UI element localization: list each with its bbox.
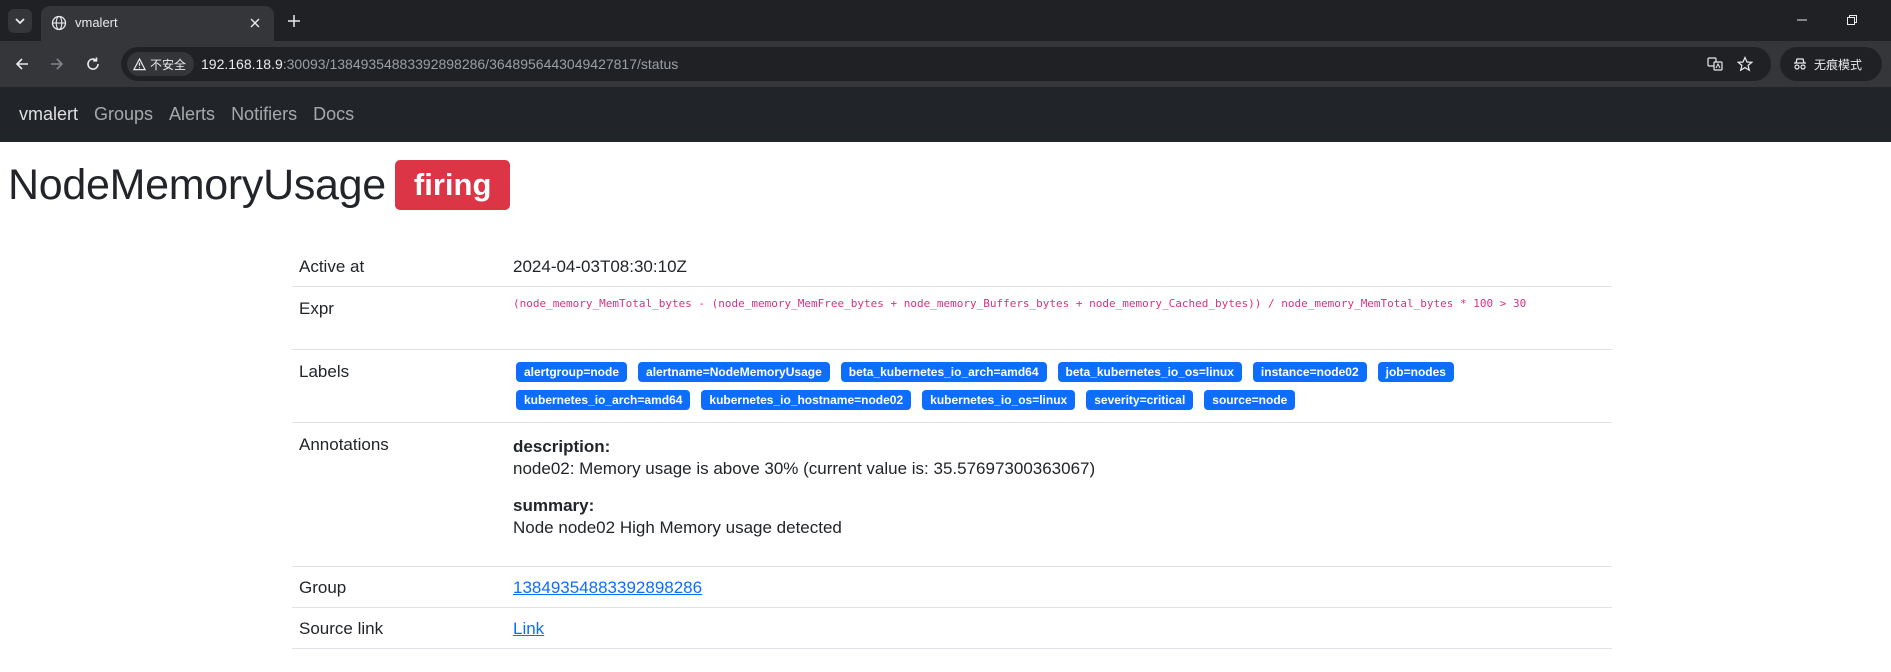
labels-value: alertgroup=node alertname=NodeMemoryUsag… (513, 350, 1612, 422)
source-link[interactable]: Link (513, 619, 544, 638)
minimize-icon (1797, 19, 1807, 21)
arrow-right-icon (51, 58, 64, 70)
minimize-window-button[interactable] (1790, 10, 1814, 30)
star-icon (1737, 56, 1753, 72)
translate-button[interactable] (1705, 54, 1725, 74)
alert-name: NodeMemoryUsage (8, 160, 386, 209)
table-row: Labels alertgroup=node alertname=NodeMem… (292, 350, 1612, 423)
annotations-label: Annotations (299, 435, 389, 454)
table-row: Group 13849354883392898286 (292, 567, 1612, 608)
label-badge: severity=critical (1086, 390, 1194, 410)
alert-details-table: Active at 2024-04-03T08:30:10Z Expr (nod… (292, 247, 1612, 649)
labels-label: Labels (299, 362, 350, 381)
close-icon (250, 18, 260, 28)
active-at-label: Active at (299, 257, 365, 276)
expr-label: Expr (299, 299, 334, 318)
app-navbar: vmalert Groups Alerts Notifiers Docs (0, 87, 1891, 142)
label-badge: alertname=NodeMemoryUsage (638, 362, 830, 382)
nav-link-alerts[interactable]: Alerts (169, 104, 215, 125)
translate-icon (1707, 57, 1723, 71)
label-badge: kubernetes_io_arch=amd64 (516, 390, 691, 410)
label-badge-list: alertgroup=node alertname=NodeMemoryUsag… (516, 362, 1556, 410)
label-badge: source=node (1204, 390, 1296, 410)
incognito-indicator[interactable]: 无痕模式 (1780, 47, 1882, 81)
globe-icon (51, 15, 67, 31)
tab-title: vmalert (75, 15, 118, 30)
browser-tab[interactable]: vmalert (41, 6, 274, 41)
tab-close-button[interactable] (244, 12, 266, 34)
expr-value: (node_memory_MemTotal_bytes - (node_memo… (513, 297, 1527, 310)
label-badge: beta_kubernetes_io_arch=amd64 (840, 362, 1047, 382)
url-text[interactable]: 192.168.18.9:30093/13849354883392898286/… (201, 56, 678, 72)
page-heading: NodeMemoryUsage firing (8, 160, 511, 210)
forward-button[interactable] (44, 51, 70, 77)
new-tab-button[interactable] (282, 9, 306, 33)
label-badge: beta_kubernetes_io_os=linux (1057, 362, 1242, 382)
group-label: Group (299, 578, 347, 597)
nav-brand[interactable]: vmalert (19, 104, 78, 125)
alert-state-badge: firing (394, 160, 511, 210)
url-path: :30093/13849354883392898286/364895644304… (282, 56, 679, 72)
active-at-value: 2024-04-03T08:30:10Z (513, 257, 687, 276)
annotations-value: description: node02: Memory usage is abo… (513, 423, 1612, 566)
incognito-icon (1794, 58, 1806, 70)
label-badge: kubernetes_io_hostname=node02 (701, 390, 912, 410)
table-row: Expr (node_memory_MemTotal_bytes - (node… (292, 287, 1612, 350)
label-badge: job=nodes (1377, 362, 1454, 382)
security-indicator[interactable]: 不安全 (127, 52, 195, 76)
address-bar[interactable]: 不安全 192.168.18.9:30093/13849354883392898… (121, 47, 1771, 81)
label-badge: alertgroup=node (516, 362, 628, 382)
nav-link-groups[interactable]: Groups (94, 104, 153, 125)
annotation-key: description: (513, 437, 611, 456)
incognito-label: 无痕模式 (1814, 57, 1863, 72)
arrow-left-icon (15, 58, 28, 70)
browser-tab-bar: vmalert (0, 0, 1891, 41)
annotation-value: node02: Memory usage is above 30% (curre… (513, 459, 1096, 478)
table-row: Source link Link (292, 608, 1612, 649)
warning-icon (133, 57, 146, 70)
bookmark-button[interactable] (1735, 54, 1755, 74)
url-host: 192.168.18.9 (201, 56, 283, 72)
reload-button[interactable] (80, 51, 106, 77)
table-row: Annotations description: node02: Memory … (292, 423, 1612, 567)
annotation-key: summary: (513, 496, 595, 515)
security-label: 不安全 (150, 57, 187, 72)
plus-icon (288, 15, 300, 27)
chevron-down-icon (15, 18, 25, 25)
label-badge: kubernetes_io_os=linux (922, 390, 1076, 410)
nav-link-notifiers[interactable]: Notifiers (231, 104, 297, 125)
annotation-value: Node node02 High Memory usage detected (513, 518, 842, 537)
restore-icon (1847, 15, 1857, 25)
table-row: Active at 2024-04-03T08:30:10Z (292, 247, 1612, 287)
back-button[interactable] (9, 51, 35, 77)
group-link[interactable]: 13849354883392898286 (513, 578, 702, 597)
nav-link-docs[interactable]: Docs (313, 104, 354, 125)
browser-toolbar: 不安全 192.168.18.9:30093/13849354883392898… (0, 41, 1891, 87)
source-link-label: Source link (299, 619, 384, 638)
reload-icon (87, 57, 99, 70)
label-badge: instance=node02 (1252, 362, 1367, 382)
tab-search-button[interactable] (8, 9, 32, 33)
restore-window-button[interactable] (1840, 10, 1864, 30)
